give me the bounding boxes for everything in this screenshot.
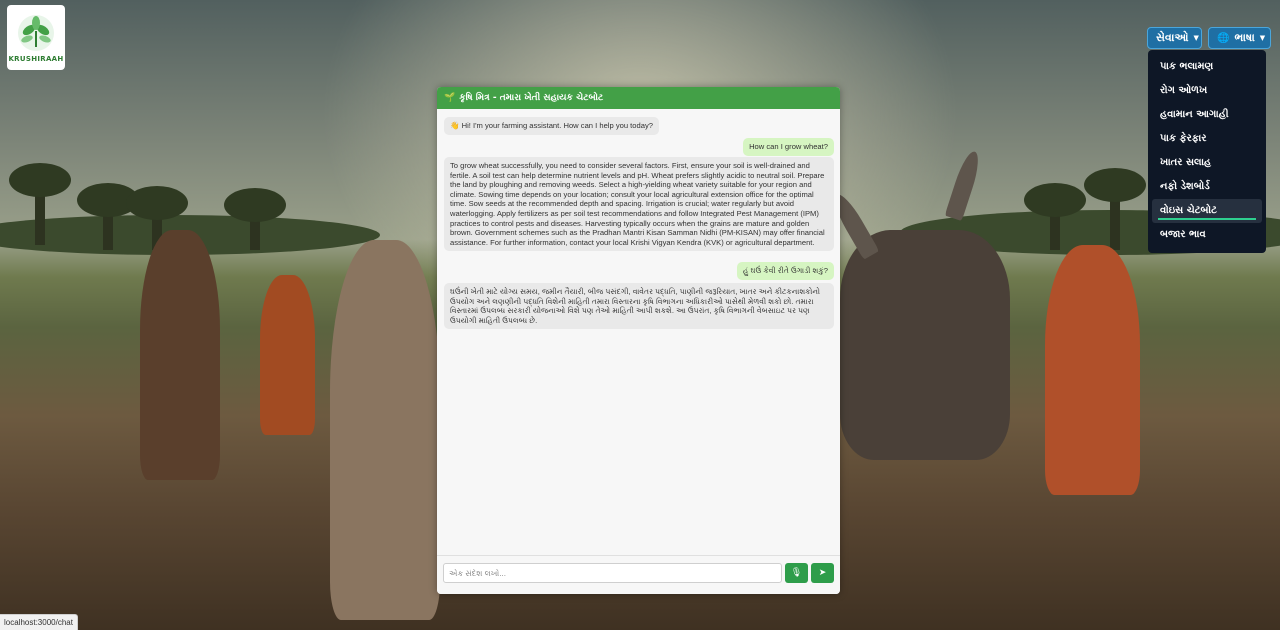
menu-item-crop-recommendation[interactable]: પાક ભલામણ xyxy=(1148,55,1266,79)
menu-item-voice-chatbot[interactable]: વોઇસ ચેટબોટ xyxy=(1152,199,1262,223)
chat-messages: 👋 Hi! I'm your farming assistant. How ca… xyxy=(437,109,840,556)
menu-item-crop-rotation[interactable]: પાક ફેરફાર xyxy=(1148,127,1266,151)
caret-down-icon: ▼ xyxy=(1259,34,1266,42)
chat-header: 🌱 કૃષિ મિત્ર - તમારા ખેતી સહાયક ચેટબોટ xyxy=(437,87,840,109)
message-input[interactable] xyxy=(443,563,782,583)
sprout-logo-icon xyxy=(18,14,54,51)
user-message: હું ઘઉં કેવી રીતે ઉગાડી શકું? xyxy=(737,262,834,280)
menu-item-market-prices[interactable]: બજાર ભાવ xyxy=(1148,223,1266,247)
microphone-icon: 🎙 xyxy=(790,568,803,578)
microphone-button[interactable]: 🎙 xyxy=(785,563,808,583)
globe-icon: 🌐 xyxy=(1217,32,1230,44)
menu-item-weather-forecast[interactable]: હવામાન આગાહી xyxy=(1148,103,1266,127)
menu-item-fertilizer-advice[interactable]: ખાતર સલાહ xyxy=(1148,151,1266,175)
bot-message-text: Hi! I'm your farming assistant. How can … xyxy=(461,121,653,130)
wave-hand-icon: 👋 xyxy=(450,121,460,130)
send-button[interactable]: ➤ xyxy=(811,563,834,583)
services-dropdown: પાક ભલામણ રોગ ઓળખ હવામાન આગાહી પાક ફેરફા… xyxy=(1148,50,1266,253)
services-menu-button[interactable]: સેવાઓ ▼ xyxy=(1147,27,1202,49)
language-label: ભાષા xyxy=(1234,31,1255,44)
sprout-icon: 🌱 xyxy=(444,93,456,103)
bot-message: 👋 Hi! I'm your farming assistant. How ca… xyxy=(444,117,659,135)
status-bar-url: localhost:3000/chat xyxy=(0,614,78,630)
caret-down-icon: ▼ xyxy=(1193,34,1199,42)
krushiraah-logo[interactable]: KRUSHIRAAH xyxy=(7,5,65,70)
user-message: How can I grow wheat? xyxy=(743,138,834,156)
chat-title: કૃષિ મિત્ર - તમારા ખેતી સહાયક ચેટબોટ xyxy=(459,93,604,103)
bot-message: ઘઉંની ખેતી માટે યોગ્ય સમય, જમીન તૈયારી, … xyxy=(444,283,834,330)
logo-text: KRUSHIRAAH xyxy=(8,54,64,63)
services-label: સેવાઓ xyxy=(1156,31,1189,44)
menu-item-profit-dashboard[interactable]: નફો ડેશબોર્ડ xyxy=(1148,175,1266,199)
language-menu-button[interactable]: 🌐 ભાષા ▼ xyxy=(1208,27,1271,49)
send-icon: ➤ xyxy=(818,568,827,578)
chatbot-panel: 🌱 કૃષિ મિત્ર - તમારા ખેતી સહાયક ચેટબોટ 👋… xyxy=(437,87,840,594)
bot-message: To grow wheat successfully, you need to … xyxy=(444,157,834,252)
menu-item-disease-detection[interactable]: રોગ ઓળખ xyxy=(1148,79,1266,103)
chat-input-bar: 🎙 ➤ xyxy=(437,555,840,594)
